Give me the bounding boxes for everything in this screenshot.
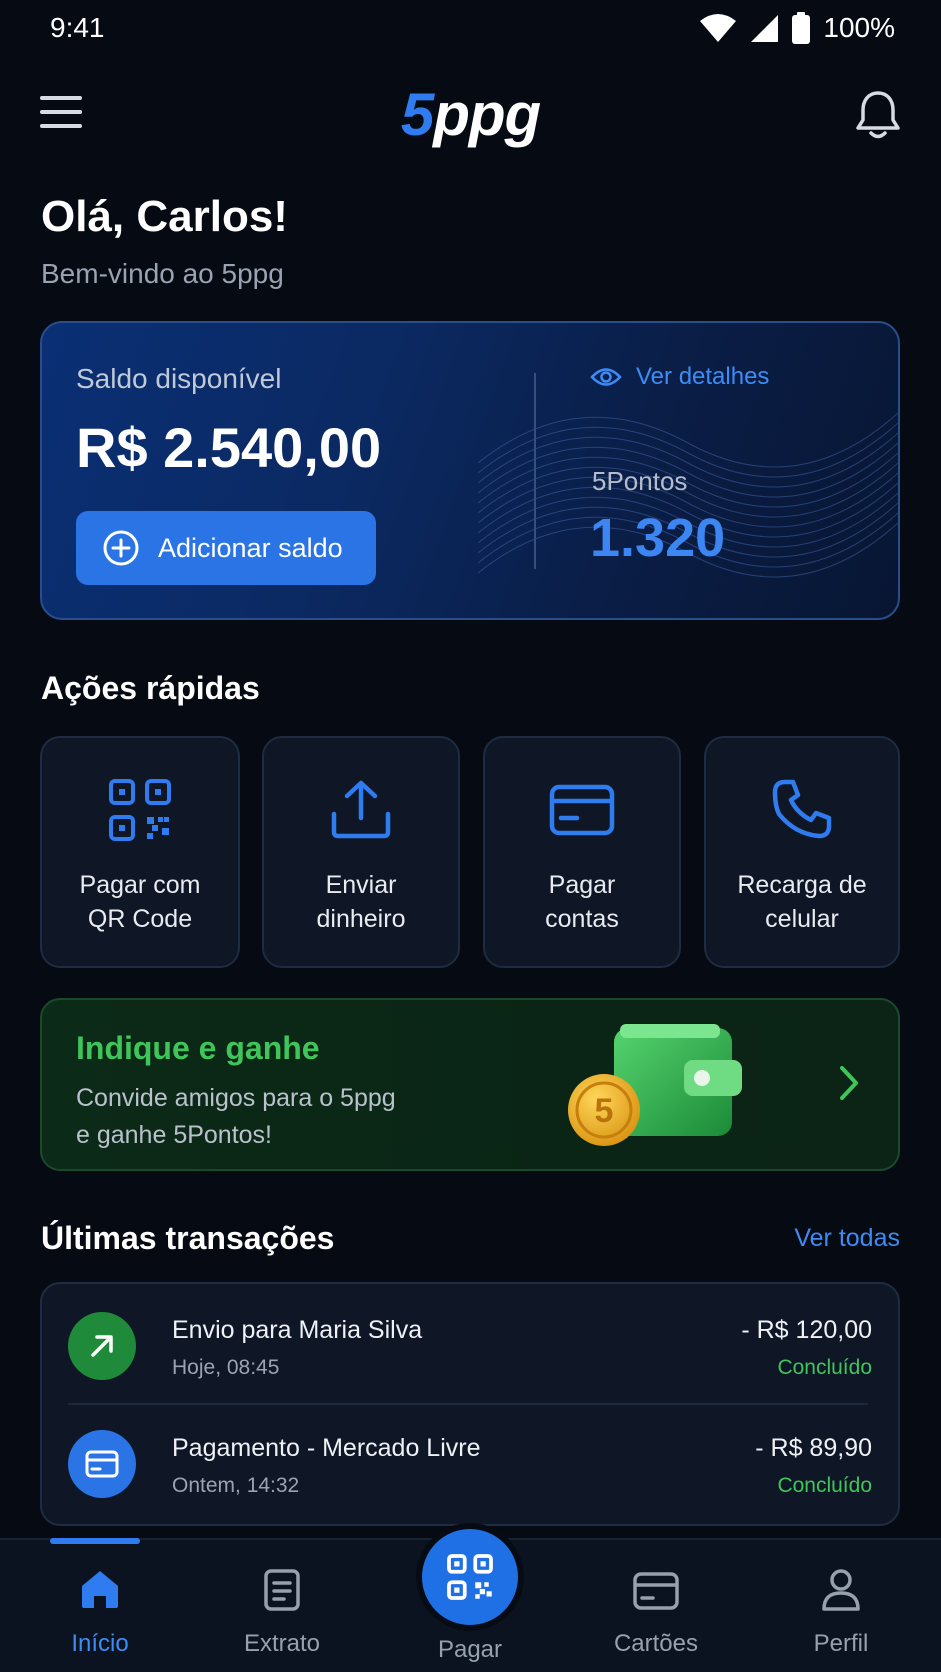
nav-home[interactable]: Início bbox=[25, 1540, 175, 1672]
action-label: Pagar contas bbox=[485, 868, 679, 936]
top-bar: 5ppg bbox=[0, 78, 941, 154]
referral-banner[interactable]: Indique e ganhe Convide amigos para o 5p… bbox=[40, 998, 900, 1171]
referral-title: Indique e ganhe bbox=[76, 1030, 320, 1066]
transaction-row[interactable]: Envio para Maria Silva Hoje, 08:45 - R$ … bbox=[42, 1284, 898, 1402]
add-balance-button[interactable]: Adicionar saldo bbox=[76, 511, 376, 585]
action-label: Enviar dinheiro bbox=[264, 868, 458, 936]
card-divider bbox=[534, 373, 536, 569]
nav-label: Extrato bbox=[243, 1630, 321, 1657]
bell-icon bbox=[856, 91, 900, 139]
menu-icon-line bbox=[40, 124, 82, 128]
view-details-link[interactable]: Ver detalhes bbox=[590, 363, 769, 391]
nav-statement[interactable]: Extrato bbox=[207, 1540, 357, 1672]
nav-cards[interactable]: Cartões bbox=[581, 1540, 731, 1672]
transaction-status: Concluído bbox=[777, 1356, 872, 1379]
action-pay-bills[interactable]: Pagar contas bbox=[483, 736, 681, 968]
status-time: 9:41 bbox=[50, 12, 105, 43]
menu-icon-line bbox=[40, 110, 82, 114]
wifi-icon bbox=[700, 14, 737, 42]
action-label-line: contas bbox=[545, 905, 619, 933]
eye-icon bbox=[590, 368, 622, 386]
referral-text: Convide amigos para o 5ppg e ganhe 5Pont… bbox=[76, 1080, 496, 1154]
active-tab-indicator bbox=[50, 1538, 140, 1544]
referral-text-line: e ganhe 5Pontos! bbox=[76, 1121, 272, 1149]
pay-label[interactable]: Pagar bbox=[416, 1636, 524, 1664]
qr-code-icon bbox=[109, 779, 171, 841]
transaction-row[interactable]: Pagamento - Mercado Livre Ontem, 14:32 -… bbox=[42, 1402, 898, 1520]
points-value: 1.320 bbox=[590, 508, 726, 568]
battery-icon bbox=[792, 12, 811, 44]
home-icon bbox=[82, 1571, 118, 1608]
app-logo: 5ppg bbox=[400, 80, 541, 149]
transaction-avatar bbox=[68, 1312, 136, 1380]
action-label-line: QR Code bbox=[87, 905, 193, 933]
action-label-line: Pagar com bbox=[79, 871, 201, 899]
transaction-status: Concluído bbox=[777, 1474, 872, 1497]
nav-label: Início bbox=[71, 1630, 129, 1657]
credit-card-icon bbox=[85, 1450, 119, 1478]
action-label: Recarga de celular bbox=[706, 868, 898, 936]
action-pay-qr[interactable]: Pagar com QR Code bbox=[40, 736, 240, 968]
action-label-line: Recarga de bbox=[737, 871, 867, 899]
balance-value: R$ 2.540,00 bbox=[76, 416, 382, 479]
plus-circle-icon bbox=[103, 530, 139, 566]
phone-icon bbox=[772, 779, 832, 839]
points-label: 5Pontos bbox=[592, 466, 688, 496]
transaction-amount: - R$ 89,90 bbox=[755, 1434, 872, 1462]
upload-icon bbox=[331, 780, 391, 839]
action-label-line: dinheiro bbox=[316, 905, 406, 933]
action-phone-recharge[interactable]: Recarga de celular bbox=[704, 736, 900, 968]
wallet-coin-illustration: 5 bbox=[568, 1024, 742, 1146]
greeting-subtitle: Bem-vindo ao 5ppg bbox=[41, 258, 284, 289]
view-details-label: Ver detalhes bbox=[636, 363, 770, 390]
add-balance-label: Adicionar saldo bbox=[158, 532, 343, 563]
qr-code-icon bbox=[447, 1554, 493, 1600]
action-label-line: Enviar bbox=[325, 871, 397, 899]
credit-card-icon bbox=[549, 784, 615, 836]
action-label-line: Pagar bbox=[548, 871, 616, 899]
signal-icon bbox=[751, 15, 779, 42]
transactions-list: Envio para Maria Silva Hoje, 08:45 - R$ … bbox=[40, 1282, 900, 1526]
transaction-time: Ontem, 14:32 bbox=[172, 1474, 300, 1497]
status-bar: 9:41 100% bbox=[0, 0, 941, 56]
balance-card: Saldo disponível R$ 2.540,00 Adicionar s… bbox=[40, 321, 900, 620]
notifications-button[interactable] bbox=[855, 90, 901, 145]
transaction-name: Envio para Maria Silva bbox=[172, 1316, 423, 1344]
transaction-name: Pagamento - Mercado Livre bbox=[172, 1434, 481, 1462]
greeting-title: Olá, Carlos! bbox=[41, 192, 288, 241]
menu-icon bbox=[40, 96, 82, 100]
nav-profile[interactable]: Perfil bbox=[766, 1540, 916, 1672]
action-label: Pagar com QR Code bbox=[42, 868, 238, 936]
user-icon bbox=[822, 1569, 860, 1611]
battery-level: 100% bbox=[823, 12, 895, 43]
action-label-line: celular bbox=[765, 905, 839, 933]
arrow-up-right-icon bbox=[91, 1335, 113, 1357]
transaction-amount: - R$ 120,00 bbox=[741, 1316, 872, 1344]
logo-text: ppg bbox=[433, 81, 541, 148]
referral-text-line: Convide amigos para o 5ppg bbox=[76, 1084, 396, 1112]
menu-button[interactable] bbox=[40, 96, 84, 136]
quick-actions-title: Ações rápidas bbox=[41, 670, 260, 706]
status-icons: 100% bbox=[699, 12, 895, 44]
logo-number: 5 bbox=[400, 81, 434, 148]
nav-label: Perfil bbox=[813, 1630, 869, 1657]
transaction-avatar bbox=[68, 1430, 136, 1498]
document-icon bbox=[264, 1569, 300, 1611]
nav-label: Cartões bbox=[613, 1630, 699, 1657]
action-send-money[interactable]: Enviar dinheiro bbox=[262, 736, 460, 968]
transactions-title: Últimas transações bbox=[41, 1220, 335, 1256]
pay-button[interactable] bbox=[416, 1523, 524, 1631]
chevron-right-icon bbox=[840, 1066, 858, 1100]
balance-label: Saldo disponível bbox=[76, 363, 282, 394]
coin-label: 5 bbox=[595, 1092, 614, 1130]
credit-card-icon bbox=[633, 1572, 679, 1610]
transaction-time: Hoje, 08:45 bbox=[172, 1356, 280, 1379]
see-all-link[interactable]: Ver todas bbox=[794, 1224, 900, 1253]
